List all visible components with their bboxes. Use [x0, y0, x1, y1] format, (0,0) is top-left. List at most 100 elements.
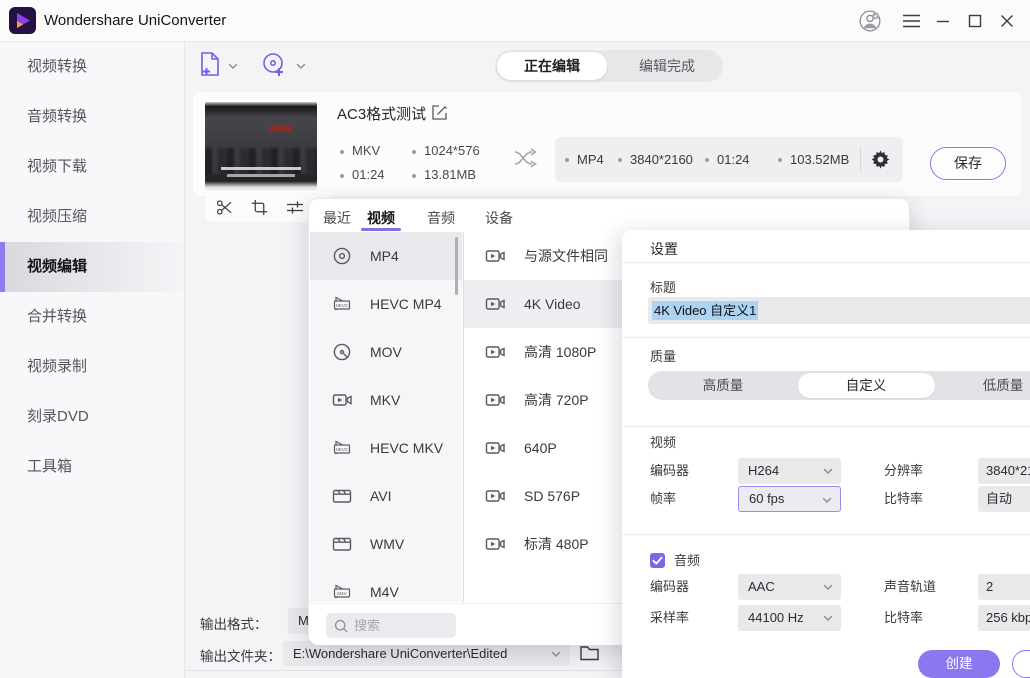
open-folder-icon[interactable] — [579, 643, 600, 663]
thumbnail-crowd-art — [205, 148, 317, 174]
framerate-select[interactable]: 60 fps — [738, 486, 841, 512]
create-button[interactable]: 创建 — [918, 650, 1000, 678]
close-button[interactable] — [995, 9, 1019, 33]
divider — [622, 426, 1030, 427]
resolution-item-same-as-source[interactable]: 与源文件相同 — [464, 232, 623, 280]
save-button[interactable]: 保存 — [930, 147, 1006, 180]
chevron-down-icon — [823, 467, 833, 476]
account-avatar-icon[interactable] — [858, 9, 882, 33]
resolution-item-1080p[interactable]: 高清 1080P — [464, 328, 623, 376]
popup-tab-recent[interactable]: 最近 — [323, 208, 351, 228]
sidebar: 视频转换 音频转换 视频下载 视频压缩 视频编辑 合并转换 视频录制 刻录DVD… — [0, 42, 185, 678]
sidebar-item-video-edit[interactable]: 视频编辑 — [0, 242, 184, 292]
channel-label: 声音轨道 — [884, 574, 936, 600]
format-item-mp4[interactable]: MP4 — [310, 232, 462, 280]
thumbnail-red-banner — [270, 125, 292, 132]
settings-panel: 设置 标题 4K Video 自定义1 质量 高质量 自定义 低质量 视频 编码… — [622, 230, 1030, 678]
resolution-item-480p[interactable]: 标清 480P — [464, 520, 623, 568]
resolution-item-640p[interactable]: 640P — [464, 424, 623, 472]
disc-icon — [331, 245, 353, 267]
quality-high-option[interactable]: 高质量 — [688, 371, 758, 400]
video-camera-icon — [331, 389, 353, 411]
popup-tab-device[interactable]: 设备 — [485, 208, 513, 228]
m4v-icon — [331, 581, 353, 603]
video-camera-icon — [484, 245, 506, 267]
format-item-mkv[interactable]: MKV — [310, 376, 462, 424]
audio-bitrate-value[interactable]: 256 kbps — [978, 605, 1030, 631]
add-disc-dropdown-icon[interactable] — [296, 62, 306, 71]
video-bitrate-label: 比特率 — [884, 486, 923, 512]
format-item-avi[interactable]: AVI — [310, 472, 462, 520]
format-item-hevc-mp4[interactable]: HEVC MP4 — [310, 280, 462, 328]
secondary-button[interactable] — [1012, 650, 1030, 678]
quality-low-option[interactable]: 低质量 — [968, 371, 1030, 400]
convert-shuffle-icon — [513, 148, 539, 168]
output-resolution: 3840*2160 — [630, 137, 693, 182]
sidebar-item-burn-dvd[interactable]: 刻录DVD — [0, 392, 184, 442]
audio-bitrate-label: 比特率 — [884, 605, 923, 631]
source-size: 13.81MB — [412, 167, 476, 182]
add-file-dropdown-icon[interactable] — [228, 62, 238, 71]
resolution-item-576p[interactable]: SD 576P — [464, 472, 623, 520]
format-item-wmv[interactable]: WMV — [310, 520, 462, 568]
video-camera-icon — [484, 485, 506, 507]
file-title: AC3格式测试 — [337, 103, 426, 124]
video-bitrate-value[interactable]: 自动 — [978, 486, 1030, 512]
video-resolution-value[interactable]: 3840*2160 — [978, 458, 1030, 484]
add-disc-button[interactable] — [261, 52, 287, 78]
sidebar-item-video-convert[interactable]: 视频转换 — [0, 42, 184, 92]
app-title: Wondershare UniConverter — [44, 0, 226, 42]
menu-icon[interactable] — [899, 9, 923, 33]
title-bar: Wondershare UniConverter — [0, 0, 1030, 42]
sidebar-item-screen-record[interactable]: 视频录制 — [0, 342, 184, 392]
audio-channel-value[interactable]: 2 — [978, 574, 1030, 600]
resolution-item-4k[interactable]: 4K Video — [464, 280, 623, 328]
clapperboard-icon — [331, 485, 353, 507]
clapperboard-icon — [331, 533, 353, 555]
tab-edit-done[interactable]: 编辑完成 — [613, 50, 721, 82]
rename-icon[interactable] — [431, 104, 448, 121]
sidebar-item-video-download[interactable]: 视频下载 — [0, 142, 184, 192]
format-list-scrollbar[interactable] — [455, 237, 458, 295]
effects-sliders-icon[interactable] — [286, 199, 304, 216]
preset-title-input[interactable]: 4K Video 自定义1 — [648, 297, 1030, 324]
maximize-button[interactable] — [963, 9, 987, 33]
sidebar-item-video-compress[interactable]: 视频压缩 — [0, 192, 184, 242]
hevc-icon — [331, 293, 353, 315]
minimize-button[interactable] — [931, 9, 955, 33]
format-item-mov[interactable]: MOV — [310, 328, 462, 376]
video-encoder-select[interactable]: H264 — [738, 458, 841, 484]
sample-rate-select[interactable]: 44100 Hz — [738, 605, 841, 631]
crop-icon[interactable] — [251, 199, 268, 216]
output-folder-label: 输出文件夹： — [200, 645, 281, 665]
output-duration: 01:24 — [717, 137, 750, 182]
search-box[interactable] — [326, 613, 456, 638]
popup-tab-video[interactable]: 视频 — [367, 208, 395, 228]
video-encoder-label: 编码器 — [650, 458, 689, 484]
chip-divider — [860, 147, 861, 172]
video-thumbnail[interactable] — [205, 102, 317, 190]
output-settings-gear-icon[interactable] — [870, 149, 891, 170]
audio-checkbox[interactable] — [650, 553, 665, 568]
format-item-hevc-mkv[interactable]: HEVC MKV — [310, 424, 462, 472]
tab-editing[interactable]: 正在编辑 — [497, 52, 607, 80]
settings-header: 设置 — [650, 239, 678, 259]
popup-tab-audio[interactable]: 音频 — [427, 208, 455, 228]
quality-segmented-control: 高质量 自定义 低质量 — [648, 371, 1030, 400]
audio-encoder-select[interactable]: AAC — [738, 574, 841, 600]
search-input[interactable] — [354, 613, 450, 638]
divider — [622, 262, 1030, 263]
quality-custom-option[interactable]: 自定义 — [831, 371, 901, 400]
check-icon — [650, 553, 665, 568]
sidebar-item-toolbox[interactable]: 工具箱 — [0, 442, 184, 492]
uniconverter-window: Wondershare UniConverter 视频转换 音频转换 视频下载 … — [0, 0, 1030, 678]
add-file-button[interactable] — [197, 51, 223, 78]
sidebar-item-merge-convert[interactable]: 合并转换 — [0, 292, 184, 342]
framerate-label: 帧率 — [650, 486, 676, 512]
sidebar-item-audio-convert[interactable]: 音频转换 — [0, 92, 184, 142]
source-duration: 01:24 — [340, 167, 385, 182]
format-list: MP4 HEVC MP4 MOV MKV HEVC MKV AVI — [310, 232, 462, 602]
resolution-item-720p[interactable]: 高清 720P — [464, 376, 623, 424]
output-size: 103.52MB — [790, 137, 849, 182]
trim-scissors-icon[interactable] — [216, 199, 233, 216]
